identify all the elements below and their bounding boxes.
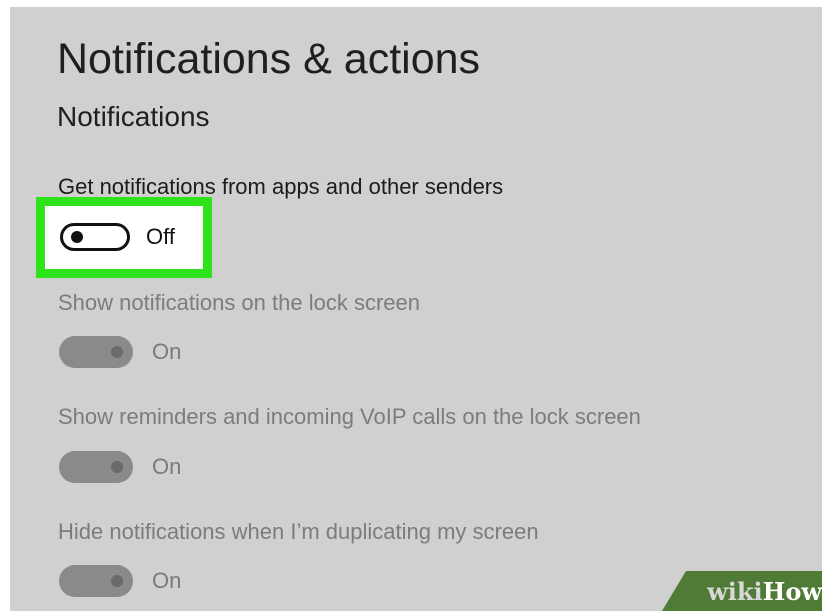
watermark-how: How: [762, 577, 822, 606]
toggle-state-label: On: [152, 339, 182, 364]
toggle-state-label: Off: [146, 224, 175, 249]
toggle-row-lock-screen: On: [59, 336, 181, 368]
watermark-wiki: wiki: [707, 577, 763, 606]
toggle-knob: [111, 346, 123, 358]
toggle-knob: [71, 231, 83, 243]
watermark-text: wikiHow: [707, 577, 822, 606]
setting-label-reminders-voip: Show reminders and incoming VoIP calls o…: [58, 404, 641, 429]
setting-label-hide-duplicating: Hide notifications when I’m duplicating …: [58, 519, 539, 544]
toggle-knob: [111, 575, 123, 587]
toggle-row-get-notifications: Off: [60, 223, 175, 251]
hide-duplicating-toggle[interactable]: [59, 565, 133, 597]
toggle-row-hide-duplicating: On: [59, 565, 181, 597]
page-title: Notifications & actions: [57, 35, 481, 83]
get-notifications-toggle[interactable]: [60, 223, 130, 251]
toggle-knob: [111, 461, 123, 473]
lock-screen-toggle[interactable]: [59, 336, 133, 368]
toggle-state-label: On: [152, 568, 182, 593]
section-title: Notifications: [57, 101, 210, 132]
wikihow-watermark: wikiHow: [662, 571, 822, 611]
settings-panel: Notifications & actions Notifications Ge…: [10, 7, 822, 611]
toggle-row-reminders-voip: On: [59, 451, 181, 483]
toggle-state-label: On: [152, 454, 182, 479]
setting-label-lock-screen: Show notifications on the lock screen: [58, 290, 420, 315]
reminders-voip-toggle[interactable]: [59, 451, 133, 483]
